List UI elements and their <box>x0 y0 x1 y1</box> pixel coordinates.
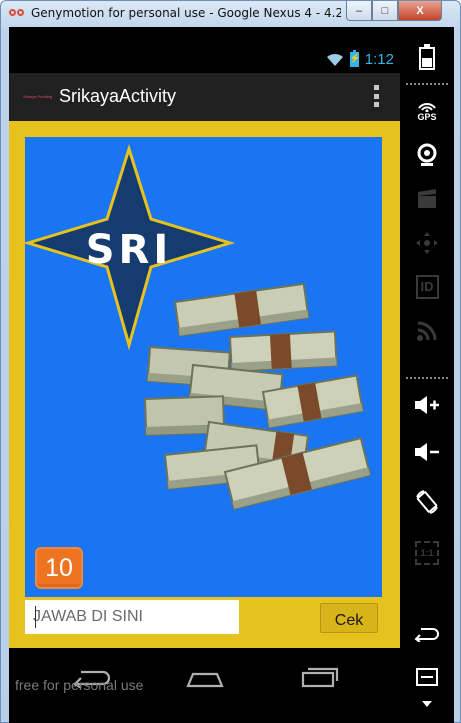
text-caret <box>35 606 36 628</box>
game-content: SRI 10 JAWAB DI SINI Cek <box>9 121 400 648</box>
emulator-window: Genymotion for personal use - Google Nex… <box>0 0 461 723</box>
recent-apps-icon <box>301 667 339 688</box>
nav-home-button[interactable] <box>181 662 229 692</box>
id-icon: ID <box>415 275 439 299</box>
battery-icon <box>419 44 435 70</box>
maximize-button[interactable]: □ <box>372 1 398 21</box>
scale-icon: 1:1 <box>415 541 439 565</box>
answer-input[interactable] <box>25 600 239 634</box>
rss-icon <box>417 321 437 341</box>
capture-tool-button[interactable] <box>400 179 454 219</box>
gps-label: GPS <box>417 112 437 122</box>
dpad-tool-button[interactable] <box>400 223 454 263</box>
rss-tool-button[interactable] <box>400 311 454 351</box>
emulator-body: 1:12 Srikaya Pudding SrikayaActivity SRI <box>9 27 454 723</box>
scale-label: 1:1 <box>420 548 434 558</box>
battery-tool-button[interactable] <box>400 37 454 77</box>
money-stack-image <box>143 282 372 511</box>
app-logo: Srikaya Pudding <box>23 94 53 99</box>
volume-down-icon <box>415 443 439 461</box>
wifi-icon <box>326 53 343 66</box>
id-label: ID <box>420 279 434 294</box>
title-bar[interactable]: Genymotion for personal use - Google Nex… <box>1 1 460 27</box>
navigation-bar: free for personal use <box>9 648 400 723</box>
chevron-down-icon <box>422 701 432 707</box>
clapper-icon <box>418 189 436 208</box>
webcam-icon <box>417 143 437 166</box>
check-answer-button[interactable]: Cek <box>320 603 378 633</box>
status-time: 1:12 <box>364 51 394 68</box>
nav-recent-apps-button[interactable] <box>295 662 343 692</box>
activity-title: SrikayaActivity <box>59 86 177 106</box>
back-icon <box>414 628 439 642</box>
rotate-icon <box>416 490 438 514</box>
scale-button[interactable]: 1:1 <box>400 533 454 573</box>
phone-screen: 1:12 Srikaya Pudding SrikayaActivity SRI <box>9 27 400 723</box>
toolbar-menu-button[interactable] <box>400 657 454 697</box>
volume-up-icon <box>415 396 439 414</box>
toolbar-separator <box>406 377 448 379</box>
close-button[interactable]: X <box>398 1 442 21</box>
battery-charging-icon <box>349 50 361 67</box>
dpad-icon <box>416 232 438 254</box>
gps-tool-button[interactable]: GPS <box>400 91 454 131</box>
webcam-tool-button[interactable] <box>400 135 454 175</box>
toolbar-back-button[interactable] <box>400 614 454 654</box>
star-logo-text: SRI <box>86 227 173 273</box>
gps-icon <box>418 103 436 112</box>
volume-down-button[interactable] <box>400 432 454 472</box>
genymotion-logo-icon <box>9 7 25 19</box>
rotate-button[interactable] <box>400 482 454 522</box>
toolbar-separator <box>406 83 448 85</box>
personal-use-watermark: free for personal use <box>15 677 144 693</box>
device-id-tool-button[interactable]: ID <box>400 267 454 307</box>
menu-icon <box>416 668 438 686</box>
action-bar: Srikaya Pudding SrikayaActivity <box>9 73 400 121</box>
window-title: Genymotion for personal use - Google Nex… <box>31 6 341 20</box>
minimize-button[interactable]: ‒ <box>346 1 372 21</box>
status-bar: 1:12 <box>9 47 400 73</box>
toolbar-expand-button[interactable] <box>400 692 454 716</box>
question-image: SRI <box>25 137 382 597</box>
question-illustration: SRI <box>25 143 372 511</box>
volume-up-button[interactable] <box>400 385 454 425</box>
genymotion-toolbar: GPS ID 1:1 <box>400 27 454 723</box>
home-icon <box>186 672 224 688</box>
score-badge: 10 <box>35 547 83 589</box>
overflow-menu-icon[interactable] <box>374 85 380 107</box>
